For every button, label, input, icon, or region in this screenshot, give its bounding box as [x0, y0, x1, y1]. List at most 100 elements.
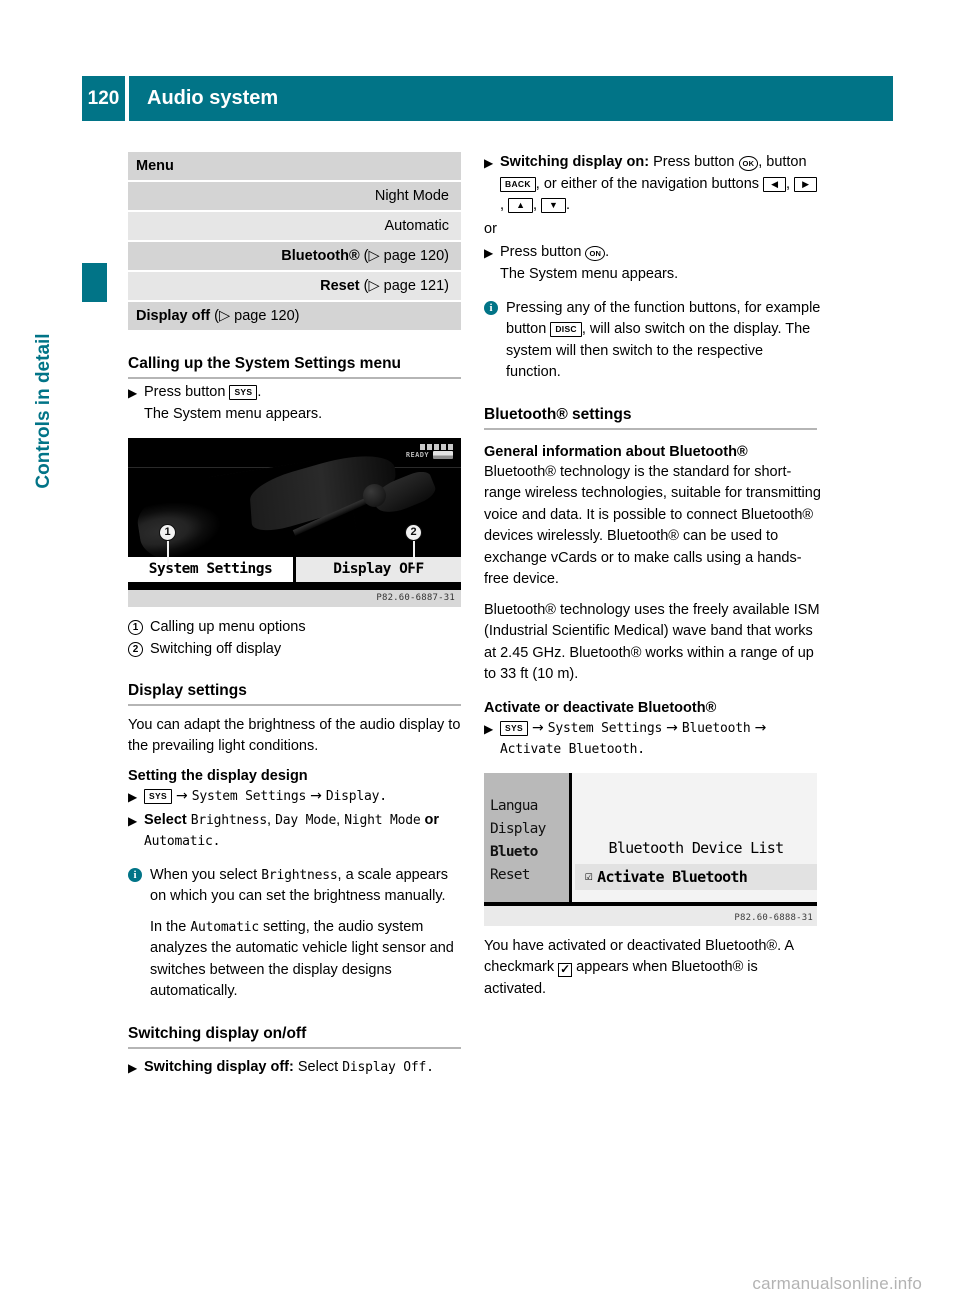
nav-left-key-icon[interactable]: ◀	[763, 176, 787, 192]
screen-menu-item-reset[interactable]: Reset	[490, 864, 569, 887]
instruction-text: Press button ON.	[500, 244, 610, 261]
table-row: Bluetooth® (▷ page 120)	[128, 242, 461, 272]
instruction-label: Press button	[144, 384, 226, 400]
watermark: carmanualsonline.info	[752, 1274, 922, 1293]
instruction-text: SYS → System Settings → Bluetooth → Acti…	[500, 718, 821, 761]
bullet-triangle-icon: ▶	[128, 789, 138, 804]
instruction-activate-path: ▶ SYS → System Settings → Bluetooth → Ac…	[484, 718, 821, 761]
switch-on-label: Switching display on:	[500, 154, 650, 170]
nav-buttons-text: , or either of the navigation buttons	[535, 175, 760, 192]
legend-number-icon: 2	[128, 639, 150, 660]
screen-option-label: Activate Bluetooth	[597, 867, 748, 886]
arrow-right-icon: →	[310, 787, 322, 804]
switch-off-verb: Select	[297, 1058, 339, 1075]
screen-option-activate-bluetooth[interactable]: ☑ Activate Bluetooth	[575, 863, 817, 890]
info-note-paragraph: Pressing any of the function buttons, fo…	[506, 298, 821, 384]
screwdriver-illustration	[291, 471, 456, 558]
info-note-function-buttons: i Pressing any of the function buttons, …	[484, 298, 821, 384]
back-key-icon[interactable]: BACK	[500, 176, 536, 192]
right-column: ▶ Switching display on: Press button OK,…	[484, 152, 821, 1009]
table-row: Display off (▷ page 120)	[128, 302, 461, 332]
screen-menu-item-language[interactable]: Langua	[490, 795, 569, 818]
figure-credit: P82.60-6887-31	[128, 589, 461, 607]
menu-item-pageref[interactable]: (▷ page 121)	[364, 278, 449, 294]
page-title: Audio system	[129, 76, 893, 121]
instruction-result: The System menu appears.	[500, 266, 679, 282]
bluetooth-general-paragraph-1: Bluetooth® technology is the standard fo…	[484, 463, 821, 588]
screen-button-display-off[interactable]: Display OFF	[296, 556, 461, 582]
screen-bottom-bar	[128, 581, 461, 590]
note-mono-brightness: Brightness	[261, 867, 338, 883]
section-heading-display-settings: Display settings	[128, 682, 461, 706]
nav-down-key-icon[interactable]: ▼	[541, 198, 566, 213]
screen-sidebar-menu: Langua Display Blueto Reset	[484, 772, 572, 902]
figure-bluetooth-screen: Langua Display Blueto Reset Bluetooth De…	[484, 772, 817, 926]
arrow-right-icon: →	[666, 719, 678, 736]
info-note-paragraph: In the Automatic setting, the audio syst…	[150, 917, 465, 1003]
arrow-right-icon: →	[531, 719, 544, 736]
table-row: Automatic	[128, 212, 461, 242]
note-text-a: When you select	[150, 866, 258, 883]
signal-dots-icon	[420, 443, 453, 450]
list-item: 1 Calling up menu options	[128, 617, 465, 638]
figure-credit-bar: P82.60-6888-31	[484, 905, 817, 926]
callout-2-marker: 2	[405, 523, 422, 541]
screen-menu-item-display[interactable]: Display	[490, 818, 569, 841]
press-button-text: Press button	[500, 244, 582, 260]
section-heading-bluetooth-settings: Bluetooth® settings	[484, 406, 817, 430]
menu-item-label: Bluetooth®	[281, 248, 360, 264]
table-row: Reset (▷ page 121)	[128, 272, 461, 302]
menu-item-label: Automatic	[384, 218, 449, 234]
menu-item-pageref[interactable]: (▷ page 120)	[364, 248, 449, 264]
info-icon: i	[484, 298, 506, 384]
on-key-icon[interactable]: ON	[585, 246, 606, 261]
path-segment-display: Display.	[325, 788, 387, 804]
arrow-right-icon: →	[754, 719, 767, 736]
chapter-tab-marker	[82, 263, 107, 302]
checkbox-checked-icon[interactable]: ☑	[585, 869, 593, 884]
info-note-body: Pressing any of the function buttons, fo…	[506, 298, 821, 384]
instruction-select-options: ▶ Select Brightness, Day Mode, Night Mod…	[128, 810, 465, 853]
ready-status-text: READY	[405, 450, 429, 459]
option-brightness: Brightness	[190, 812, 268, 828]
switch-off-period: .	[426, 1059, 434, 1075]
info-note-paragraph: When you select Brightness, a scale appe…	[150, 865, 465, 908]
info-note-body: When you select Brightness, a scale appe…	[150, 865, 465, 1003]
section-heading-calling-up: Calling up the System Settings menu	[128, 355, 461, 379]
instruction-text: Switching display off: Select Display Of…	[144, 1057, 465, 1079]
instruction-switch-on: ▶ Switching display on: Press button OK,…	[484, 152, 821, 217]
ok-key-icon[interactable]: OK	[738, 156, 759, 171]
bullet-triangle-icon: ▶	[128, 813, 138, 828]
sys-key-icon[interactable]: SYS	[229, 385, 258, 400]
option-automatic: Automatic	[144, 834, 213, 849]
path-segment-system-settings: System Settings	[547, 720, 663, 736]
instruction-result: The System menu appears.	[144, 406, 323, 422]
display-settings-paragraph: You can adapt the brightness of the audi…	[128, 716, 461, 755]
note-text-c: In the	[150, 918, 187, 935]
nav-up-key-icon[interactable]: ▲	[508, 198, 533, 213]
subheading-general-information: General information about Bluetooth®	[484, 443, 748, 460]
menu-item-label: Reset	[320, 278, 360, 294]
disc-icon	[433, 450, 453, 459]
option-day-mode: Day Mode	[275, 812, 337, 828]
table-header-label: Menu	[136, 158, 174, 174]
select-conjunction: or	[424, 811, 440, 828]
disc-key-icon[interactable]: DISC	[550, 322, 582, 337]
screen-option-device-list[interactable]: Bluetooth Device List	[575, 835, 817, 861]
screen-button-system-settings[interactable]: System Settings	[128, 556, 293, 582]
menu-item-pageref[interactable]: (▷ page 120)	[214, 308, 299, 324]
screen-menu-item-bluetooth[interactable]: Blueto	[490, 841, 569, 864]
bluetooth-general-paragraph-2: Bluetooth® technology uses the freely av…	[484, 601, 820, 683]
callout-2-stem	[413, 540, 415, 565]
menu-item-label: Night Mode	[374, 188, 449, 204]
sys-key-icon[interactable]: SYS	[144, 788, 172, 804]
sys-key-icon[interactable]: SYS	[500, 720, 528, 736]
nav-right-key-icon[interactable]: ▶	[794, 176, 817, 192]
screen-graphic: READY System Settings Display OFF 1 2	[128, 437, 461, 590]
checkmark-icon: ✓	[558, 962, 573, 977]
figure-credit: P82.60-6888-31	[734, 912, 813, 923]
legend-number-icon: 1	[128, 617, 150, 638]
bullet-triangle-icon: ▶	[484, 246, 494, 260]
arrow-right-icon: →	[175, 787, 188, 804]
instruction-switch-off: ▶ Switching display off: Select Display …	[128, 1057, 465, 1079]
